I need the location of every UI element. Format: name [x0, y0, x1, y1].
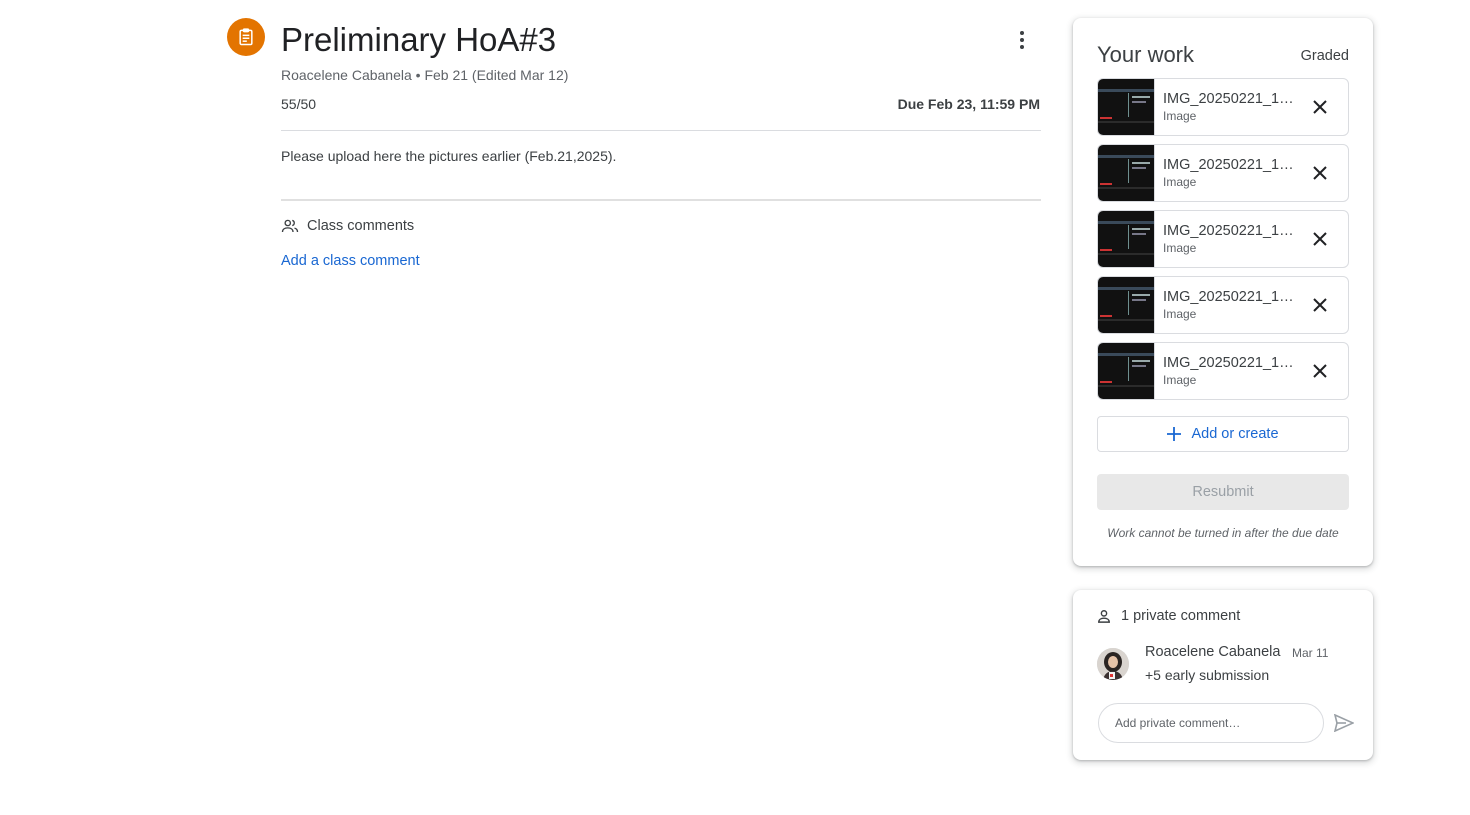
attachment-name: IMG_20250221_16... [1163, 355, 1297, 371]
assignment-meta: Roacelene Cabanela • Feb 21 (Edited Mar … [281, 67, 569, 83]
more-options-button[interactable] [1008, 26, 1036, 54]
plus-icon [1167, 427, 1182, 441]
class-comments-header: Class comments [281, 218, 414, 234]
avatar [1097, 648, 1129, 680]
send-icon [1334, 714, 1354, 732]
add-or-create-button[interactable]: Add or create [1097, 416, 1349, 452]
image-thumbnail [1098, 343, 1155, 399]
remove-attachment-button[interactable] [1302, 155, 1338, 191]
assignment-points: 55/50 [281, 96, 317, 112]
close-icon [1313, 298, 1327, 312]
attachment-type: Image [1163, 373, 1197, 387]
remove-attachment-button[interactable] [1302, 221, 1338, 257]
remove-attachment-button[interactable] [1302, 287, 1338, 323]
private-comments-count: 1 private comment [1121, 608, 1241, 624]
private-comments-card: 1 private comment Roacelene Cabanela Mar… [1073, 590, 1373, 760]
person-icon [1098, 610, 1110, 623]
close-icon [1313, 232, 1327, 246]
attachment-type: Image [1163, 241, 1197, 255]
assignment-title: Preliminary HoA#3 [281, 21, 557, 58]
divider [281, 199, 1041, 201]
attachment-item[interactable]: IMG_20250221_16... Image [1097, 342, 1349, 400]
divider [281, 130, 1041, 131]
image-thumbnail [1098, 211, 1155, 267]
status-badge: Graded [1300, 48, 1349, 64]
comment-author: Roacelene Cabanela [1145, 644, 1281, 660]
close-icon [1313, 364, 1327, 378]
private-comments-header: 1 private comment [1097, 608, 1240, 624]
comment-body: +5 early submission [1145, 667, 1270, 683]
comment-date: Mar 11 [1292, 646, 1329, 660]
attachment-name: IMG_20250221_16... [1163, 289, 1297, 305]
assignment-instructions: Please upload here the pictures earlier … [281, 148, 617, 164]
image-thumbnail [1098, 79, 1155, 135]
class-comments-label: Class comments [307, 218, 415, 234]
remove-attachment-button[interactable] [1302, 89, 1338, 125]
attachment-type: Image [1163, 109, 1197, 123]
add-class-comment-link[interactable]: Add a class comment [281, 253, 420, 269]
remove-attachment-button[interactable] [1302, 353, 1338, 389]
attachment-type: Image [1163, 307, 1197, 321]
attachment-name: IMG_20250221_16... [1163, 91, 1297, 107]
attachment-name: IMG_20250221_16... [1163, 157, 1297, 173]
add-or-create-label: Add or create [1191, 426, 1279, 442]
assignment-icon [227, 18, 265, 56]
attachment-item[interactable]: IMG_20250221_16... Image [1097, 210, 1349, 268]
image-thumbnail [1098, 277, 1155, 333]
close-icon [1313, 166, 1327, 180]
people-icon [281, 219, 299, 233]
attachment-type: Image [1163, 175, 1197, 189]
due-date: Due Feb 23, 11:59 PM [897, 96, 1040, 112]
close-icon [1313, 100, 1327, 114]
private-comment-input[interactable] [1098, 703, 1324, 743]
due-date-notice: Work cannot be turned in after the due d… [1107, 526, 1339, 540]
attachment-item[interactable]: IMG_20250221_16... Image [1097, 78, 1349, 136]
more-vert-icon [1020, 31, 1024, 49]
image-thumbnail [1098, 145, 1155, 201]
your-work-title: Your work [1097, 42, 1195, 67]
attachment-name: IMG_20250221_16... [1163, 223, 1297, 239]
your-work-card: Your work Graded IMG_20250221_16... Imag… [1073, 18, 1373, 566]
send-comment-button[interactable] [1330, 709, 1358, 737]
attachment-item[interactable]: IMG_20250221_16... Image [1097, 144, 1349, 202]
attachment-list: IMG_20250221_16... Image IMG_20250221_16… [1097, 78, 1349, 408]
attachment-item[interactable]: IMG_20250221_16... Image [1097, 276, 1349, 334]
resubmit-button[interactable]: Resubmit [1097, 474, 1349, 510]
